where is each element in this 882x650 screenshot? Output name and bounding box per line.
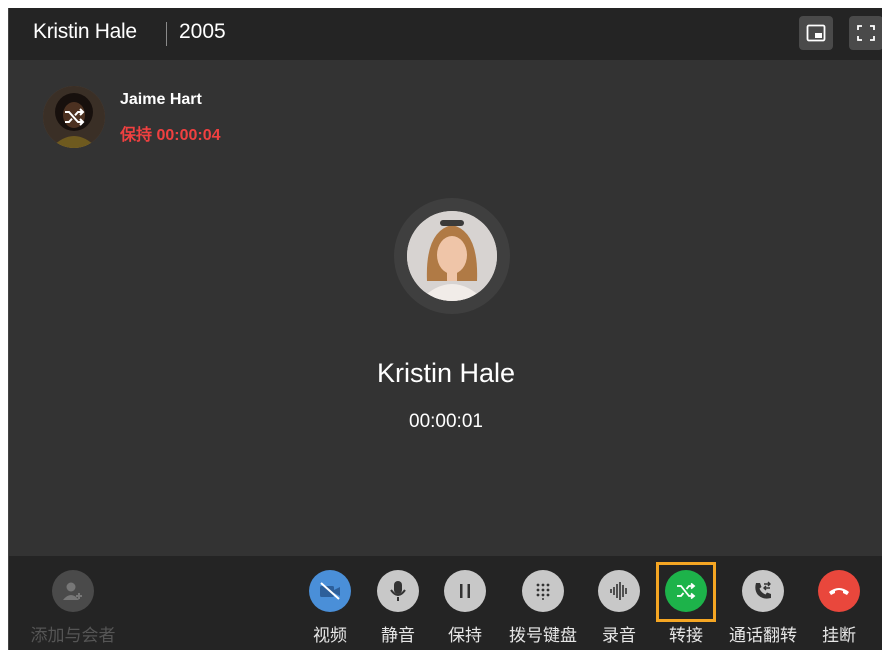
add-person-icon — [63, 582, 82, 600]
microphone-icon — [390, 581, 406, 601]
call-flip-button[interactable]: 通话翻转 — [725, 570, 801, 650]
transfer-circle — [665, 570, 707, 612]
add-participant-circle — [52, 570, 94, 612]
pause-icon — [460, 584, 470, 598]
hangup-circle — [818, 570, 860, 612]
transfer-shuffle-icon — [65, 108, 85, 126]
dialpad-button[interactable]: 拨号键盘 — [505, 570, 581, 650]
caller-extension: 2005 — [179, 20, 226, 43]
call-timer: 00:00:01 — [409, 411, 483, 432]
picture-in-picture-icon — [806, 24, 826, 42]
hold-circle — [444, 570, 486, 612]
caller-name: Kristin Hale — [33, 20, 137, 43]
call-flip-circle — [742, 570, 784, 612]
mute-circle — [377, 570, 419, 612]
hold-button[interactable]: 保持 — [427, 570, 503, 650]
picture-in-picture-button[interactable] — [799, 16, 833, 50]
add-participant-button[interactable]: 添加与会者 — [31, 570, 116, 650]
hangup-label: 挂断 — [822, 626, 856, 645]
fullscreen-icon — [857, 25, 875, 41]
dialpad-icon — [536, 583, 550, 600]
held-overlay — [43, 86, 105, 148]
held-caller-name: Jaime Hart — [120, 91, 202, 108]
fullscreen-button[interactable] — [849, 16, 882, 50]
held-call-panel[interactable]: Jaime Hart 保持 00:00:04 — [43, 86, 303, 148]
title-bar: Kristin Hale 2005 — [9, 8, 882, 60]
waveform-icon — [610, 582, 627, 600]
held-caller-avatar — [43, 86, 105, 148]
hangup-button[interactable]: 挂断 — [801, 570, 877, 650]
transfer-button[interactable]: 转接 — [648, 570, 724, 650]
video-circle — [309, 570, 351, 612]
record-circle — [598, 570, 640, 612]
dialpad-circle — [522, 570, 564, 612]
held-status: 保持 00:00:04 — [120, 127, 221, 144]
call-window: Kristin Hale 2005 Jaime Hart 保持 00:00:04… — [8, 8, 882, 650]
video-off-icon — [320, 582, 340, 600]
add-participant-label: 添加与会者 — [30, 626, 116, 645]
transfer-shuffle-icon — [677, 583, 696, 599]
active-caller-avatar — [407, 211, 497, 301]
call-flip-icon — [755, 581, 771, 599]
active-caller-name: Kristin Hale — [376, 358, 516, 388]
title-separator — [166, 22, 167, 46]
hangup-icon — [829, 588, 849, 595]
